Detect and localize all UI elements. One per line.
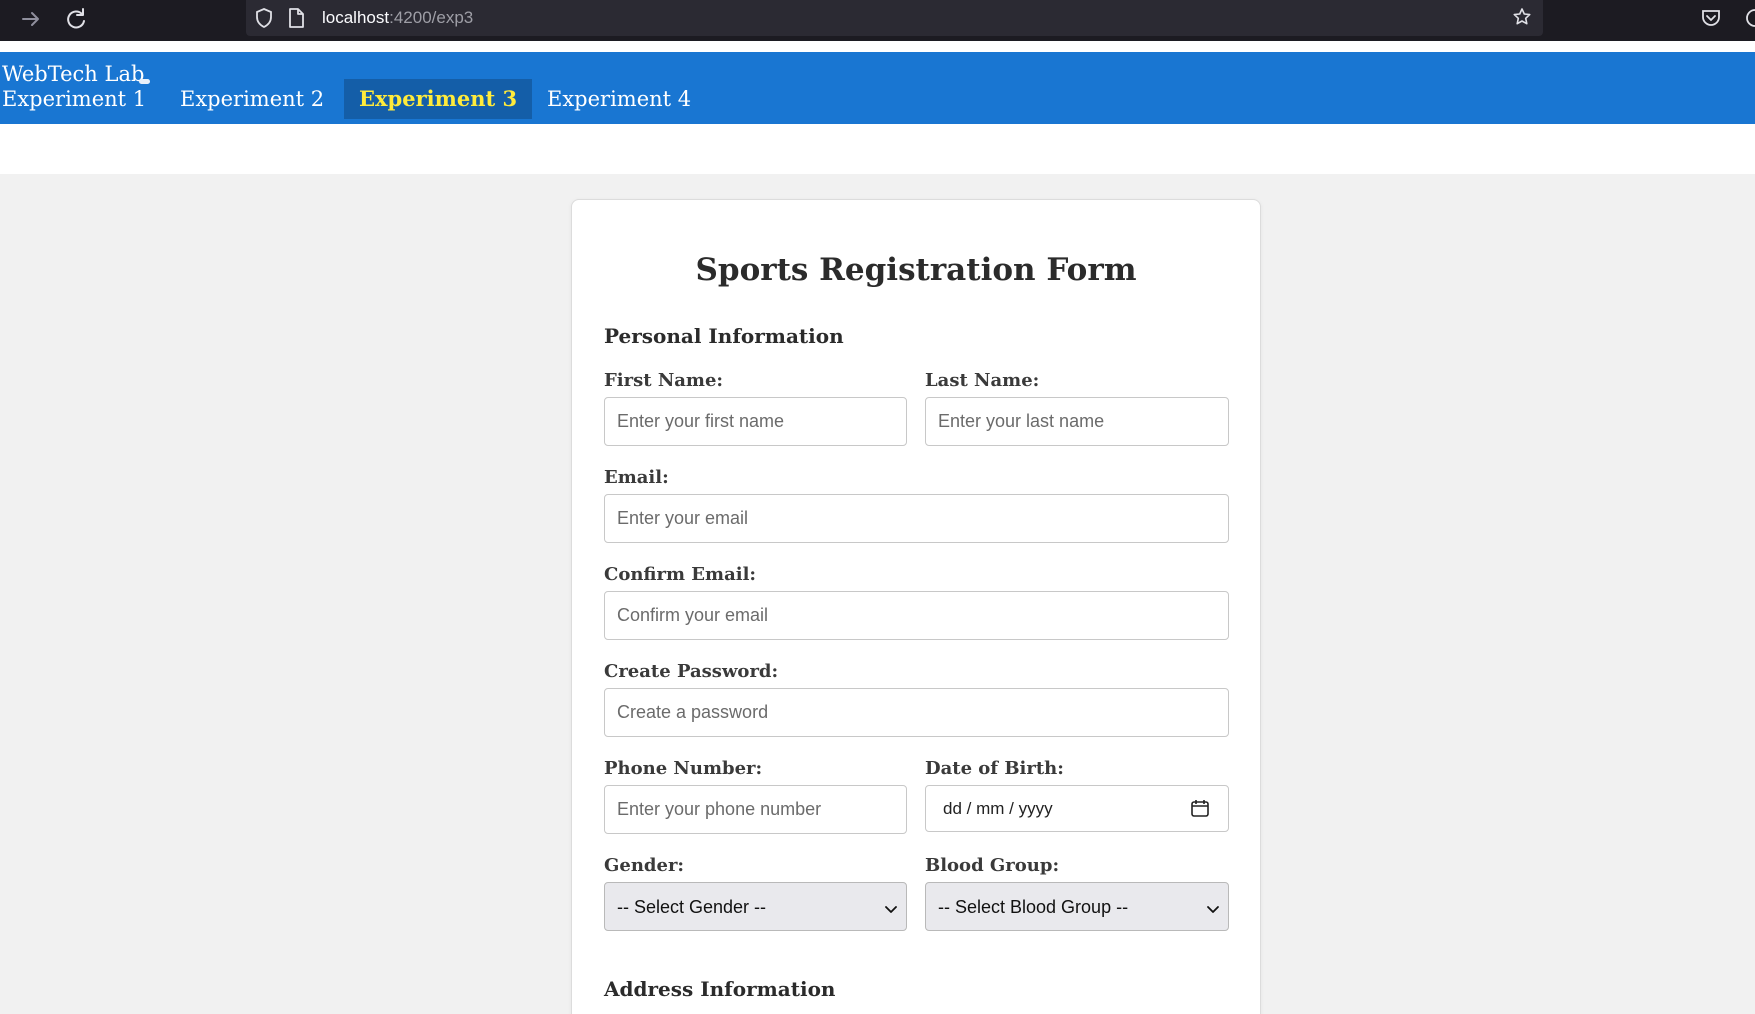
nav-link-experiment-3[interactable]: Experiment 3 bbox=[344, 79, 533, 119]
chevron-down-icon bbox=[884, 900, 898, 914]
pocket-icon[interactable] bbox=[1698, 4, 1724, 32]
app-navbar: WebTech Lab Experiment 1 Experiment 2 Ex… bbox=[0, 52, 1755, 124]
confirm-email-label: Confirm Email: bbox=[604, 564, 757, 585]
calendar-icon[interactable] bbox=[1190, 798, 1210, 818]
toolbar-separator bbox=[0, 41, 1755, 52]
forward-arrow-icon[interactable] bbox=[16, 4, 46, 34]
header-spacer bbox=[0, 124, 1755, 174]
confirm-email-input[interactable] bbox=[604, 591, 1229, 640]
dob-value: dd / mm / yyyy bbox=[943, 799, 1053, 818]
nav-link-experiment-4[interactable]: Experiment 4 bbox=[547, 79, 691, 119]
star-icon[interactable] bbox=[1510, 4, 1534, 32]
password-label: Create Password: bbox=[604, 661, 779, 682]
url-bar[interactable]: localhost:4200/exp3 bbox=[246, 0, 1543, 36]
form-title: Sports Registration Form bbox=[695, 252, 1137, 288]
last-name-label: Last Name: bbox=[925, 370, 1040, 391]
blood-group-selected-value: -- Select Blood Group -- bbox=[938, 897, 1129, 917]
account-icon[interactable] bbox=[1742, 4, 1755, 32]
browser-toolbar: localhost:4200/exp3 bbox=[0, 0, 1755, 41]
dob-input[interactable]: dd / mm / yyyy bbox=[925, 785, 1229, 832]
page-icon[interactable] bbox=[284, 4, 308, 32]
shield-icon[interactable] bbox=[252, 4, 276, 32]
nav-link-experiment-2[interactable]: Experiment 2 bbox=[180, 79, 324, 119]
nav-link-experiment-1[interactable]: Experiment 1 bbox=[2, 79, 146, 119]
chevron-down-icon bbox=[1206, 900, 1220, 914]
last-name-input[interactable] bbox=[925, 397, 1229, 446]
section-heading-personal: Personal Information bbox=[604, 324, 844, 348]
email-input[interactable] bbox=[604, 494, 1229, 543]
registration-form-card: Sports Registration Form Personal Inform… bbox=[571, 199, 1261, 1014]
email-label: Email: bbox=[604, 467, 669, 488]
blood-group-select[interactable]: -- Select Blood Group -- bbox=[925, 882, 1229, 931]
gender-select[interactable]: -- Select Gender -- bbox=[604, 882, 907, 931]
url-text[interactable]: localhost:4200/exp3 bbox=[322, 8, 473, 28]
blood-group-label: Blood Group: bbox=[925, 855, 1060, 876]
gender-selected-value: -- Select Gender -- bbox=[617, 897, 767, 917]
first-name-label: First Name: bbox=[604, 370, 724, 391]
phone-input[interactable] bbox=[604, 785, 907, 834]
phone-label: Phone Number: bbox=[604, 758, 763, 779]
reload-icon[interactable] bbox=[61, 4, 91, 34]
first-name-input[interactable] bbox=[604, 397, 907, 446]
password-input[interactable] bbox=[604, 688, 1229, 737]
dob-label: Date of Birth: bbox=[925, 758, 1064, 779]
gender-label: Gender: bbox=[604, 855, 685, 876]
section-heading-address: Address Information bbox=[604, 977, 836, 1001]
